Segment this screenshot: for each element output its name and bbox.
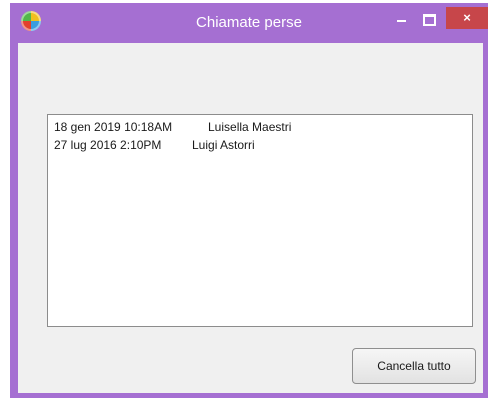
app-window: Chiamate perse × 18 gen 2019 10:18AM Lui… (10, 3, 488, 398)
close-button[interactable]: × (446, 7, 488, 29)
caller-name: Luigi Astorri (192, 138, 255, 152)
maximize-icon[interactable] (418, 11, 440, 29)
clear-all-button[interactable]: Cancella tutto (352, 348, 476, 384)
client-area: 18 gen 2019 10:18AM Luisella Maestri 27 … (18, 43, 483, 393)
title-bar[interactable]: Chiamate perse × (10, 3, 488, 43)
missed-calls-list[interactable]: 18 gen 2019 10:18AM Luisella Maestri 27 … (47, 114, 473, 327)
window-title: Chiamate perse (196, 14, 302, 31)
minimize-icon[interactable] (391, 11, 413, 29)
caller-name: Luisella Maestri (208, 120, 292, 134)
call-date: 27 lug 2016 2:10PM (54, 138, 162, 152)
call-date: 18 gen 2019 10:18AM (54, 120, 173, 134)
